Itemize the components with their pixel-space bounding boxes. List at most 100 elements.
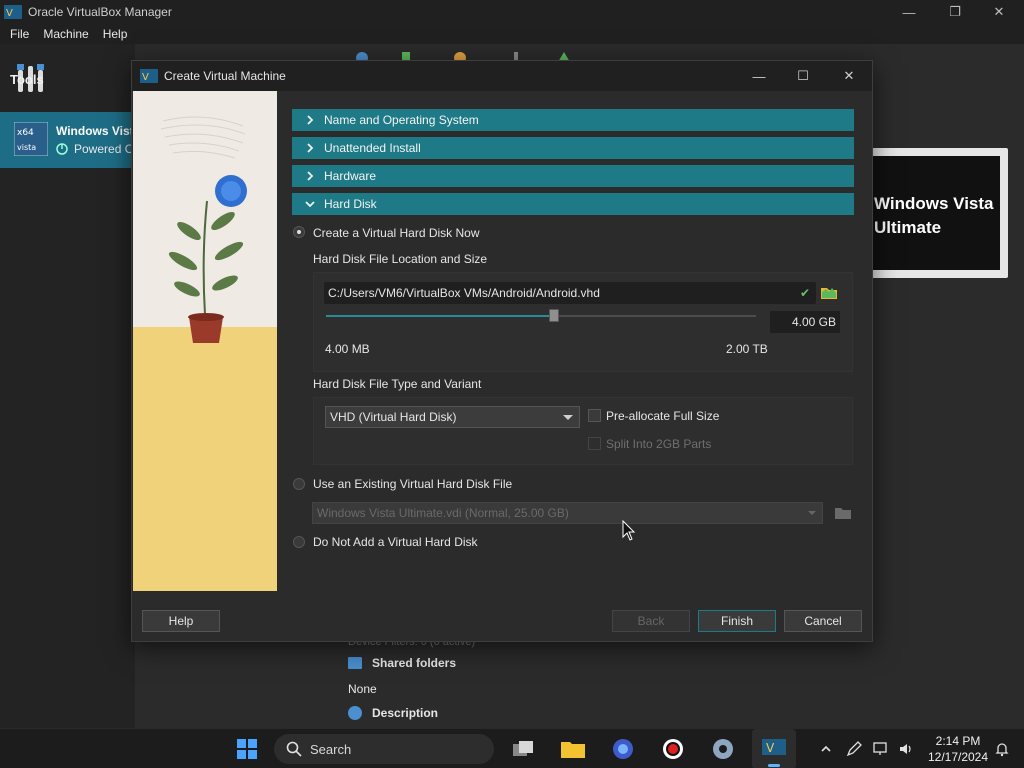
chevron-right-icon <box>307 171 314 181</box>
dialog-minimize-button[interactable]: — <box>736 61 782 91</box>
disk-size-slider-fill <box>326 315 554 317</box>
existing-disk-select: Windows Vista Ultimate.vdi (Normal, 25.0… <box>312 502 823 524</box>
main-title-bar: V Oracle VirtualBox Manager — ❐ ✕ <box>0 0 1024 24</box>
chevron-right-icon <box>307 115 314 125</box>
chevron-right-icon <box>307 143 314 153</box>
notifications-button[interactable] <box>992 739 1012 759</box>
description-heading[interactable]: Description <box>348 706 438 720</box>
search-icon <box>286 741 302 757</box>
menu-machine[interactable]: Machine <box>43 27 88 41</box>
virtualbox-taskbar-button[interactable]: V <box>752 729 796 768</box>
section-hard-disk[interactable]: Hard Disk <box>292 193 854 215</box>
svg-text:V: V <box>142 72 149 83</box>
help-button[interactable]: Help <box>142 610 220 632</box>
no-disk-label[interactable]: Do Not Add a Virtual Hard Disk <box>313 535 478 549</box>
dialog-title-bar: V Create Virtual Machine — ☐ ✕ <box>132 61 872 91</box>
create-disk-radio[interactable] <box>293 226 305 238</box>
tools-label: Tools <box>10 71 44 87</box>
task-view-button[interactable] <box>508 735 538 763</box>
preallocate-checkbox[interactable] <box>588 409 601 422</box>
speaker-icon <box>900 744 911 754</box>
cancel-button[interactable]: Cancel <box>784 610 862 632</box>
chevron-up-icon <box>821 745 831 752</box>
taskbar: Search V 2:14 PM 12/17/2024 <box>0 728 1024 768</box>
active-indicator <box>768 764 780 767</box>
pen-menu-button[interactable] <box>844 739 864 759</box>
main-window-title: Oracle VirtualBox Manager <box>28 5 172 19</box>
vm-preview-text: Windows Vista Ultimate <box>874 194 994 237</box>
windows-start-icon <box>237 739 257 759</box>
shared-folders-heading[interactable]: Shared folders <box>348 656 456 670</box>
chevron-down-icon <box>305 201 315 208</box>
close-button[interactable]: ✕ <box>976 0 1022 24</box>
search-label: Search <box>310 741 352 757</box>
split-2gb-checkbox <box>588 437 601 450</box>
disk-type-select[interactable]: VHD (Virtual Hard Disk) <box>325 406 580 428</box>
firefox-button[interactable] <box>608 735 638 763</box>
dropdown-arrow-icon <box>808 511 816 515</box>
mouse-cursor-icon <box>622 520 636 541</box>
file-explorer-button[interactable] <box>558 735 588 763</box>
section-unattended[interactable]: Unattended Install <box>292 137 854 159</box>
menu-help[interactable]: Help <box>103 27 128 41</box>
pen-icon <box>846 741 862 757</box>
virtualbox-icon: V <box>4 5 22 19</box>
clock-time: 2:14 PM <box>935 734 981 748</box>
folder-icon <box>561 742 585 758</box>
use-existing-radio[interactable] <box>293 478 305 490</box>
vm-preview: Windows Vista Ultimate <box>862 148 1008 278</box>
disk-size-slider-handle[interactable] <box>549 309 559 322</box>
settings-gear-icon <box>713 739 733 759</box>
type-group-label: Hard Disk File Type and Variant <box>313 377 482 391</box>
dialog-maximize-button[interactable]: ☐ <box>780 61 826 91</box>
virtualbox-icon: V <box>140 69 158 83</box>
vm-preview-screen: Windows Vista Ultimate <box>868 156 1000 270</box>
choose-existing-folder-icon <box>835 508 851 519</box>
clock[interactable]: 2:14 PM 12/17/2024 <box>922 733 994 765</box>
tools-item[interactable]: Tools <box>0 54 135 104</box>
restore-button[interactable]: ❐ <box>932 0 978 24</box>
description-label: Description <box>372 706 439 720</box>
record-icon <box>663 739 683 759</box>
vm-state: Powered Off <box>56 142 140 156</box>
create-disk-label[interactable]: Create a Virtual Hard Disk Now <box>313 226 480 240</box>
dialog-close-button[interactable]: ✕ <box>826 61 872 91</box>
disk-path-field[interactable]: C:/Users/VM6/VirtualBox VMs/Android/Andr… <box>324 282 816 304</box>
menu-file[interactable]: File <box>10 27 29 41</box>
recorder-button[interactable] <box>658 735 688 763</box>
choose-file-folder-icon[interactable] <box>820 283 838 301</box>
disk-size-slider[interactable] <box>326 315 756 317</box>
svg-text:x64: x64 <box>17 128 34 138</box>
disk-size-input[interactable]: 4.00 GB <box>770 311 840 333</box>
wizard-illustration <box>133 91 277 591</box>
section-name-os[interactable]: Name and Operating System <box>292 109 854 131</box>
existing-disk-value: Windows Vista Ultimate.vdi (Normal, 25.0… <box>317 506 569 520</box>
section-hardware-label: Hardware <box>324 169 377 183</box>
flower-pot-illustration <box>133 91 277 591</box>
firefox-icon <box>613 739 633 759</box>
taskbar-search[interactable]: Search <box>274 734 494 764</box>
dropdown-arrow-icon <box>563 414 573 420</box>
location-group-label: Hard Disk File Location and Size <box>313 252 488 266</box>
power-off-icon <box>56 143 68 155</box>
no-disk-radio[interactable] <box>293 536 305 548</box>
settings-button[interactable] <box>708 735 738 763</box>
shared-folders-icon <box>348 657 362 669</box>
start-button[interactable] <box>232 735 262 763</box>
minimize-button[interactable]: — <box>886 0 932 24</box>
network-button[interactable] <box>870 739 890 759</box>
show-hidden-icons-button[interactable] <box>816 739 836 759</box>
section-name-os-label: Name and Operating System <box>324 113 479 127</box>
back-button: Back <box>612 610 690 632</box>
finish-button[interactable]: Finish <box>698 610 776 632</box>
use-existing-label[interactable]: Use an Existing Virtual Hard Disk File <box>313 477 512 491</box>
vm-list-item[interactable]: x64 vista Windows Vista Ultimate Powered… <box>0 112 191 168</box>
disk-path-value[interactable]: C:/Users/VM6/VirtualBox VMs/Android/Andr… <box>328 286 800 300</box>
preallocate-label[interactable]: Pre-allocate Full Size <box>606 409 719 423</box>
section-unattended-label: Unattended Install <box>324 141 421 155</box>
virtualbox-icon: V <box>762 739 786 755</box>
section-hardware[interactable]: Hardware <box>292 165 854 187</box>
disk-type-value: VHD (Virtual Hard Disk) <box>330 410 457 424</box>
section-hard-disk-label: Hard Disk <box>324 197 377 211</box>
volume-button[interactable] <box>896 739 916 759</box>
